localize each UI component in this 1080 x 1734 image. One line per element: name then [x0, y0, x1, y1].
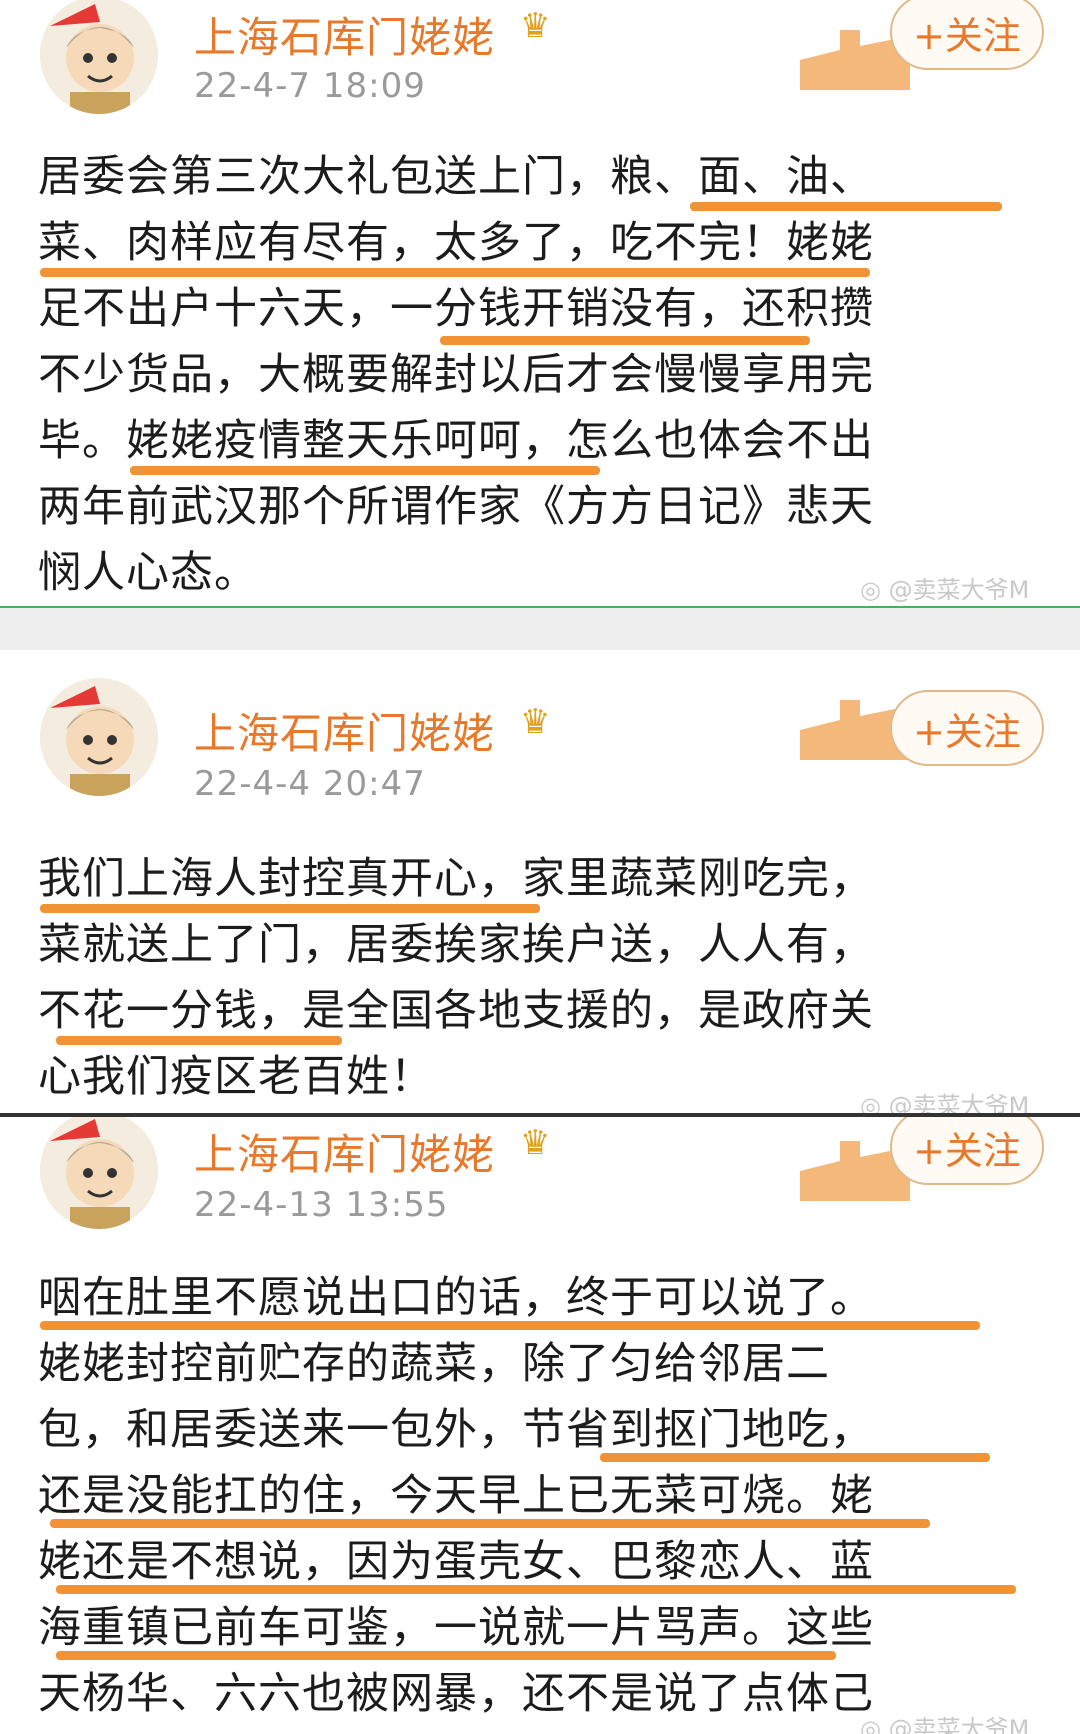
follow-button[interactable]: +关注	[890, 0, 1044, 70]
post-text: 居委会第三次大礼包送上门，粮、面、油、 菜、肉样应有尽有，太多了，吃不完！姥姥 …	[38, 144, 1048, 606]
post-time: 22-4-13 13:55	[194, 1185, 449, 1225]
watermark: ◎ @卖菜大爷M	[860, 1086, 1029, 1113]
post-line: 我们上海人封控真开心，家里蔬菜刚吃完，	[38, 854, 874, 904]
post-line: 毕。姥姥疫情整天乐呵呵，怎么也体会不出	[38, 416, 874, 466]
follow-button[interactable]: +关注	[890, 690, 1044, 766]
post-line: 不少货品，大概要解封以后才会慢慢享用完	[38, 350, 874, 400]
highlight-underline	[440, 336, 810, 345]
highlight-underline	[40, 268, 870, 277]
highlight-underline	[690, 202, 1002, 211]
avatar-cartoon-icon	[40, 1117, 158, 1229]
author-name[interactable]: 上海石库门姥姥	[194, 1121, 495, 1182]
post-time: 22-4-4 20:47	[194, 764, 426, 804]
weibo-icon: ◎	[860, 1715, 881, 1734]
highlight-underline	[40, 1321, 980, 1330]
highlight-underline	[56, 1585, 1016, 1594]
post-line: 菜就送上了门，居委挨家挨户送，人人有，	[38, 920, 874, 970]
crown-icon: ♛	[520, 702, 551, 742]
watermark: ◎ @卖菜大爷M	[860, 1709, 1029, 1734]
highlight-underline	[130, 466, 600, 475]
post-line: 居委会第三次大礼包送上门，粮、面、油、	[38, 152, 874, 202]
highlight-underline	[50, 1519, 930, 1528]
post-line: 足不出户十六天，一分钱开销没有，还积攒	[38, 284, 874, 334]
avatar-cartoon-icon	[40, 0, 158, 114]
post-line: 菜、肉样应有尽有，太多了，吃不完！姥姥	[38, 218, 874, 268]
avatar[interactable]	[40, 1117, 158, 1229]
weibo-icon: ◎	[860, 576, 881, 604]
weibo-icon: ◎	[860, 1092, 881, 1113]
avatar[interactable]	[40, 678, 158, 796]
post-card-2: 上海石库门姥姥 ♛ 22-4-4 20:47 +关注 我们上海人封控真开心，家里…	[0, 650, 1080, 1113]
highlight-underline	[56, 1036, 342, 1045]
post-line: 两年前武汉那个所谓作家《方方日记》悲天	[38, 482, 874, 532]
follow-button[interactable]: +关注	[890, 1117, 1044, 1185]
author-name[interactable]: 上海石库门姥姥	[194, 700, 495, 761]
post-line: 姥姥封控前贮存的蔬菜，除了匀给邻居二	[38, 1339, 830, 1389]
avatar[interactable]	[40, 0, 158, 114]
author-name[interactable]: 上海石库门姥姥	[194, 4, 495, 65]
crown-icon: ♛	[520, 1123, 551, 1163]
post-card-3: 上海石库门姥姥 ♛ 22-4-13 13:55 +关注 咽在肚里不愿说出口的话，…	[0, 1113, 1080, 1734]
highlight-underline	[40, 904, 540, 913]
post-time: 22-4-7 18:09	[194, 66, 426, 106]
avatar-cartoon-icon	[40, 678, 158, 796]
watermark: ◎ @卖菜大爷M	[860, 576, 1030, 604]
post-text: 我们上海人封控真开心，家里蔬菜刚吃完， 菜就送上了门，居委挨家挨户送，人人有， …	[38, 846, 1048, 1110]
highlight-underline	[600, 1453, 990, 1462]
crown-icon: ♛	[520, 6, 551, 46]
post-separator	[0, 606, 1080, 650]
post-card-1: 上海石库门姥姥 ♛ 22-4-7 18:09 +关注 居委会第三次大礼包送上门，…	[0, 0, 1080, 606]
post-line: 不花一分钱，是全国各地支援的，是政府关	[38, 986, 874, 1036]
highlight-underline	[56, 1651, 836, 1660]
